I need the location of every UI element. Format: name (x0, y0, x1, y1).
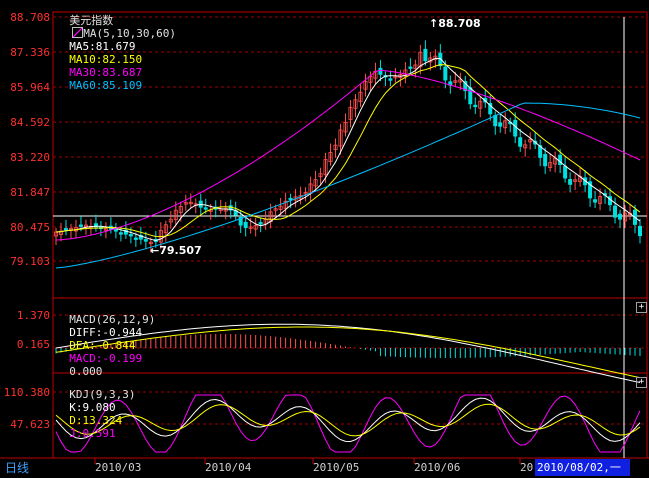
kdj-d-line (55, 403, 641, 437)
candle-body (613, 205, 618, 218)
macd-y-tick: 0.165 (16, 338, 50, 351)
kdj-k-value: K:9.080 (69, 401, 116, 414)
candle-body (493, 115, 498, 127)
x-tick: 20 (520, 461, 534, 474)
y-tick: 81.847 (10, 186, 50, 199)
candle-body (118, 232, 123, 235)
candle-body (63, 228, 68, 231)
macd-diff-value: DIFF:-0.944 (69, 326, 143, 339)
high-value: 88.708 (438, 17, 481, 30)
kdj-y-tick: 47.623 (10, 418, 50, 431)
index-title: 美元指数 (69, 14, 114, 27)
kdj-j-value: J:0.591 (69, 427, 116, 440)
kdj-header: KDJ(9,3,3) K:9.080 D:13.324 J:0.591 (56, 375, 135, 440)
ma60-value: MA60:85.109 (69, 79, 143, 92)
candle-body (518, 137, 523, 147)
kdj-params: KDJ(9,3,3) (69, 388, 136, 401)
candle-body (638, 225, 643, 237)
candle-body (408, 66, 413, 69)
macd-y-tick: 1.370 (16, 309, 50, 322)
y-tick: 87.336 (10, 46, 50, 59)
low-value: 79.507 (159, 244, 202, 257)
candle-body (513, 119, 518, 137)
x-tick: 2010/05 (313, 461, 360, 474)
candle-body (568, 179, 573, 185)
candle-body (593, 199, 598, 203)
macd-header: MACD(26,12,9) DIFF:-0.944 DEA:-0.844 MAC… (56, 300, 155, 378)
candle-body (78, 224, 83, 227)
candle-body (128, 234, 133, 237)
y-tick: 80.475 (10, 221, 50, 234)
candle-body (563, 165, 568, 179)
y-tick: 79.103 (10, 255, 50, 268)
candle-body (203, 207, 208, 210)
macd-params: MACD(26,12,9) (69, 313, 156, 326)
candle-body (468, 87, 473, 105)
candle-body (443, 66, 448, 81)
candle-body (113, 229, 118, 232)
ma30-value: MA30:83.687 (69, 66, 143, 79)
ma5-value: MA5:81.679 (69, 40, 136, 53)
candle-body (473, 104, 478, 108)
ma60-line (55, 102, 641, 269)
candle-body (288, 197, 293, 201)
x-tick: 2010/04 (205, 461, 252, 474)
candle-body (388, 78, 393, 81)
cursor-date-box: 2010/08/02,一 (535, 459, 630, 476)
candle-body (423, 48, 428, 62)
x-tick: 2010/06 (414, 461, 461, 474)
macd-macd-value: MACD:-0.199 (69, 352, 143, 365)
candle-body (543, 154, 548, 167)
high-annotation: ↑88.708 (429, 17, 481, 30)
ma-toggle-icon[interactable] (72, 27, 84, 38)
y-tick: 84.592 (10, 116, 50, 129)
ma-params: MA(5,10,30,60) (83, 27, 176, 40)
y-tick: 85.964 (10, 81, 50, 94)
candle-body (618, 213, 623, 220)
low-annotation: ←79.507 (150, 244, 202, 257)
candle-body (133, 237, 138, 240)
candle-body (258, 222, 263, 225)
y-tick: 88.708 (10, 11, 50, 24)
main-header: 美元指数 MA(5,10,30,60) MA5:81.679 MA10:82.1… (56, 1, 176, 92)
period-tab-daily[interactable]: 日线 (1, 460, 55, 477)
macd-dea-value: DEA:-0.844 (69, 339, 136, 352)
candle-body (378, 67, 383, 75)
y-tick: 83.220 (10, 151, 50, 164)
kdj-d-value: D:13.324 (69, 414, 123, 427)
kdj-y-tick: 110.380 (3, 386, 50, 399)
macd-expand-button[interactable]: + (636, 302, 647, 313)
ma10-value: MA10:82.150 (69, 53, 143, 66)
candle-body (243, 221, 248, 229)
candle-body (143, 239, 148, 242)
candle-body (498, 122, 503, 127)
x-tick: 2010/03 (95, 461, 142, 474)
kdj-expand-button[interactable]: + (636, 377, 647, 388)
